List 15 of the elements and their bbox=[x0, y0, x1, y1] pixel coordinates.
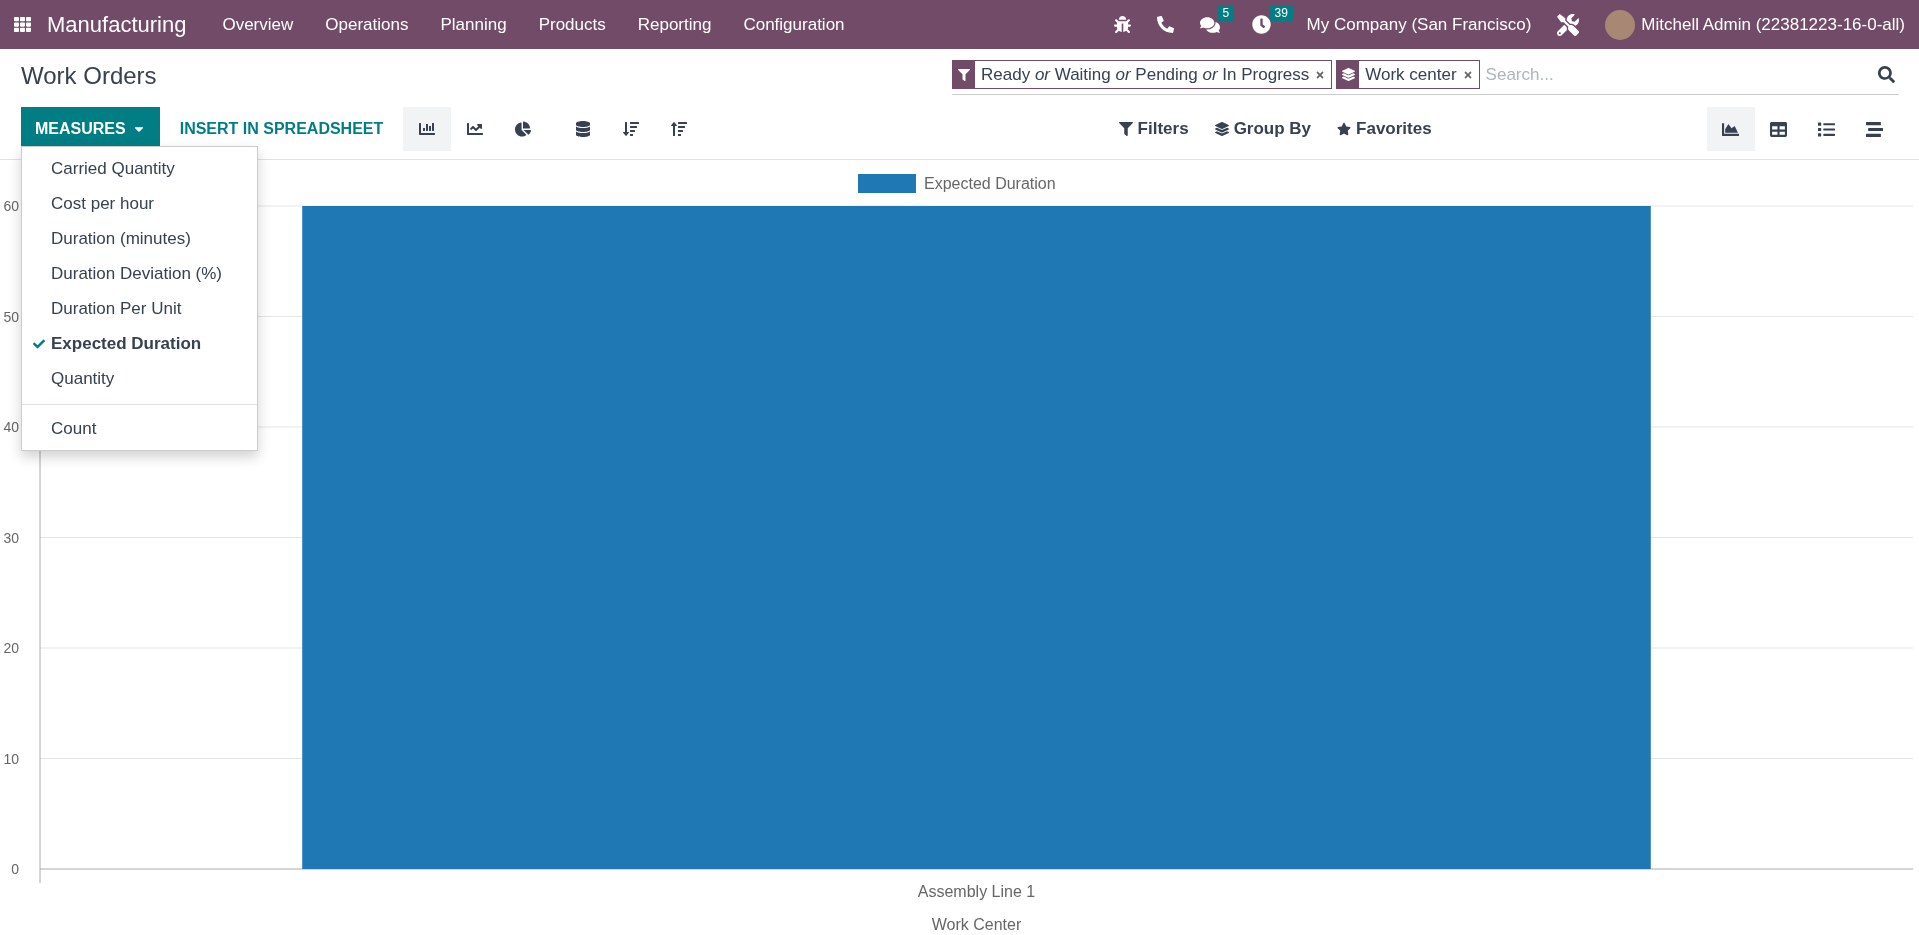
activity-count-badge: 39 bbox=[1269, 5, 1293, 21]
page-title: Work Orders bbox=[21, 62, 157, 90]
y-axis-tick-label: 30 bbox=[3, 529, 19, 546]
facet-text: Work center bbox=[1364, 64, 1458, 85]
y-axis-tick-label: 40 bbox=[3, 419, 19, 435]
y-axis-tick-label: 60 bbox=[3, 198, 19, 214]
x-axis-title: Work Center bbox=[931, 916, 1022, 933]
x-axis-category-label: Assembly Line 1 bbox=[917, 883, 1036, 900]
y-axis-tick-label: 20 bbox=[3, 640, 19, 656]
y-axis-tick-label: 0 bbox=[11, 861, 19, 877]
facet-text: Ready or Waiting or Pending or In Progress bbox=[980, 64, 1311, 85]
legend-label: Expected Duration bbox=[924, 175, 1056, 192]
message-count-badge: 5 bbox=[1217, 4, 1235, 21]
y-axis-tick-label: 50 bbox=[3, 308, 19, 325]
y-axis-tick-label: 10 bbox=[3, 750, 19, 767]
